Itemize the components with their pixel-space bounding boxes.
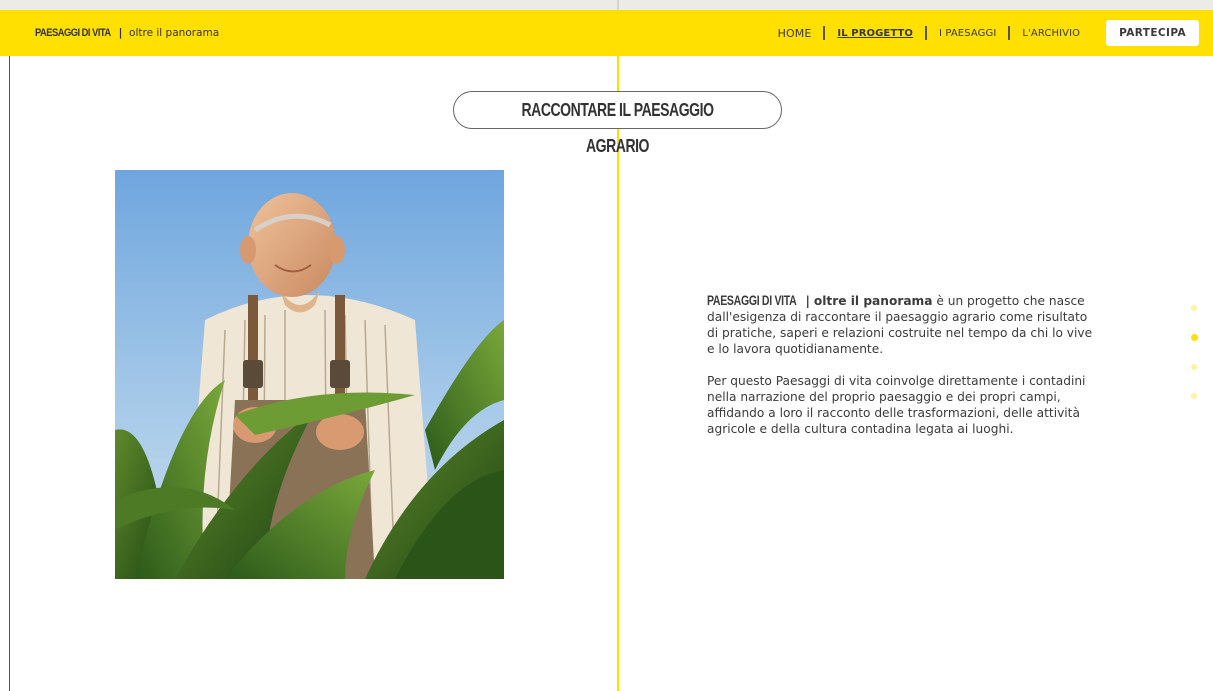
brand-tagline: oltre il panorama [129,27,220,39]
section-title: RACCONTARE IL PAESAGGIO AGRARIO [453,91,782,156]
intro-brand-name: PAESAGGI DI VITA [707,293,797,308]
left-border-line [9,56,10,691]
main-nav: HOME IL PROGETTO I PAESAGGI L'ARCHIVIO P… [778,10,1213,56]
section-title-text: RACCONTARE IL PAESAGGIO AGRARIO [521,100,714,156]
intro-tagline: oltre il panorama [813,294,933,308]
nav-divider [925,26,928,40]
nav-item-il-progetto[interactable]: IL PROGETTO [837,28,913,39]
brand-logo[interactable]: PAESAGGI DI VITA | oltre il panorama [35,26,219,40]
top-strip [0,0,1213,10]
brand-separator: | [118,26,123,39]
project-description: PAESAGGI DI VITA | oltre il panorama è u… [707,293,1097,453]
pagination-dot[interactable] [1191,364,1197,370]
nav-divider [823,26,826,40]
nav-item-i-paesaggi[interactable]: I PAESAGGI [939,28,996,39]
nav-divider [1008,26,1011,40]
pagination-dot-active[interactable] [1191,334,1198,341]
brand-name: PAESAGGI DI VITA [35,27,111,39]
slide-pagination [1191,305,1199,422]
nav-item-archivio[interactable]: L'ARCHIVIO [1022,28,1080,39]
detail-paragraph: Per questo Paesaggi di vita coinvolge di… [707,374,1086,436]
top-strip-divider [617,0,619,10]
intro-separator: | [805,294,810,308]
pagination-dot[interactable] [1191,393,1197,399]
site-header: PAESAGGI DI VITA | oltre il panorama HOM… [0,10,1213,56]
farmer-photo [115,170,504,579]
pagination-dot[interactable] [1191,305,1197,311]
partecipa-button[interactable]: PARTECIPA [1106,20,1199,46]
nav-item-home[interactable]: HOME [778,27,812,40]
intro-paragraph: PAESAGGI DI VITA | oltre il panorama è u… [707,293,1097,357]
